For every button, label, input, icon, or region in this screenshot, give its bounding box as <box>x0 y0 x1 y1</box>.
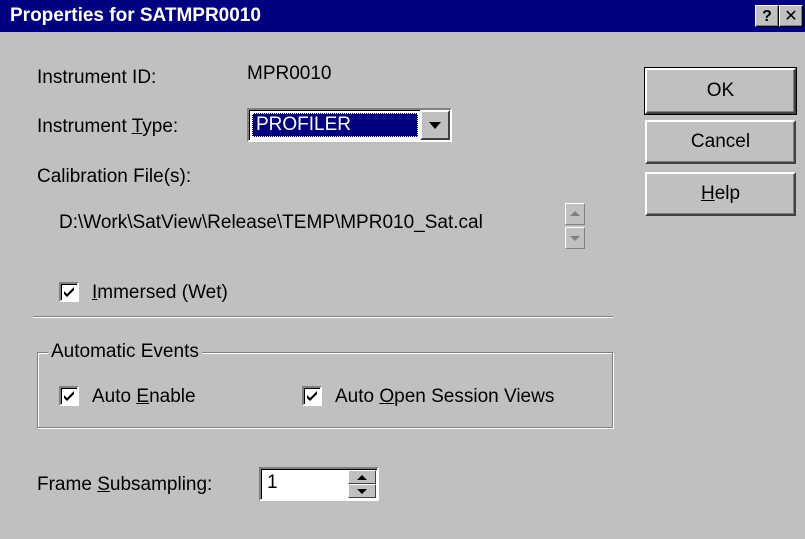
calibration-files-label: Calibration File(s): <box>37 166 192 187</box>
instrument-id-value: MPR0010 <box>247 63 332 84</box>
immersed-label[interactable]: Immersed (Wet) <box>92 282 228 304</box>
arrow-down-icon <box>570 236 580 241</box>
checkmark-icon <box>64 391 74 401</box>
calibration-file-path: D:\Work\SatView\Release\TEMP\MPR010_Sat.… <box>59 212 483 233</box>
ok-button[interactable]: OK <box>644 67 797 115</box>
ok-button-label: OK <box>706 80 735 101</box>
automatic-events-title: Automatic Events <box>48 341 202 363</box>
auto-open-session-views-label[interactable]: Auto Open Session Views <box>335 386 554 408</box>
calibration-scrollbar[interactable] <box>565 203 585 253</box>
cancel-button-label: Cancel <box>690 131 751 152</box>
frame-subsampling-spinner[interactable]: 1 <box>259 467 379 501</box>
dropdown-arrow-button[interactable] <box>420 110 450 140</box>
title-bar: Properties for SATMPR0010 ? ✕ <box>0 0 805 32</box>
checkmark-icon <box>64 287 74 297</box>
instrument-type-selected: PROFILER <box>252 113 418 137</box>
help-button-label: Help <box>700 183 741 204</box>
arrow-up-icon <box>570 211 580 216</box>
arrow-up-icon <box>357 475 367 480</box>
scroll-up-button[interactable] <box>565 203 585 225</box>
separator <box>33 316 613 318</box>
scroll-down-button[interactable] <box>565 227 585 249</box>
window-title: Properties for SATMPR0010 <box>10 5 261 26</box>
frame-subsampling-label: Frame Subsampling: <box>37 474 213 495</box>
checkmark-icon <box>307 391 317 401</box>
context-help-button[interactable]: ? <box>755 5 779 27</box>
cancel-button[interactable]: Cancel <box>645 120 796 164</box>
auto-open-session-views-checkbox[interactable] <box>302 386 322 406</box>
help-button[interactable]: Help <box>645 172 796 216</box>
instrument-id-label: Instrument ID: <box>37 67 157 88</box>
auto-enable-label[interactable]: Auto Enable <box>92 386 196 408</box>
instrument-type-label: Instrument Type: <box>37 116 179 137</box>
chevron-down-icon <box>429 122 441 129</box>
spin-down-button[interactable] <box>348 484 376 498</box>
instrument-type-dropdown[interactable]: PROFILER <box>247 108 452 142</box>
spin-up-button[interactable] <box>348 470 376 484</box>
frame-subsampling-value[interactable]: 1 <box>267 472 278 494</box>
arrow-down-icon <box>357 489 367 494</box>
close-button[interactable]: ✕ <box>779 5 803 27</box>
immersed-checkbox[interactable] <box>59 282 79 302</box>
auto-enable-checkbox[interactable] <box>59 386 79 406</box>
